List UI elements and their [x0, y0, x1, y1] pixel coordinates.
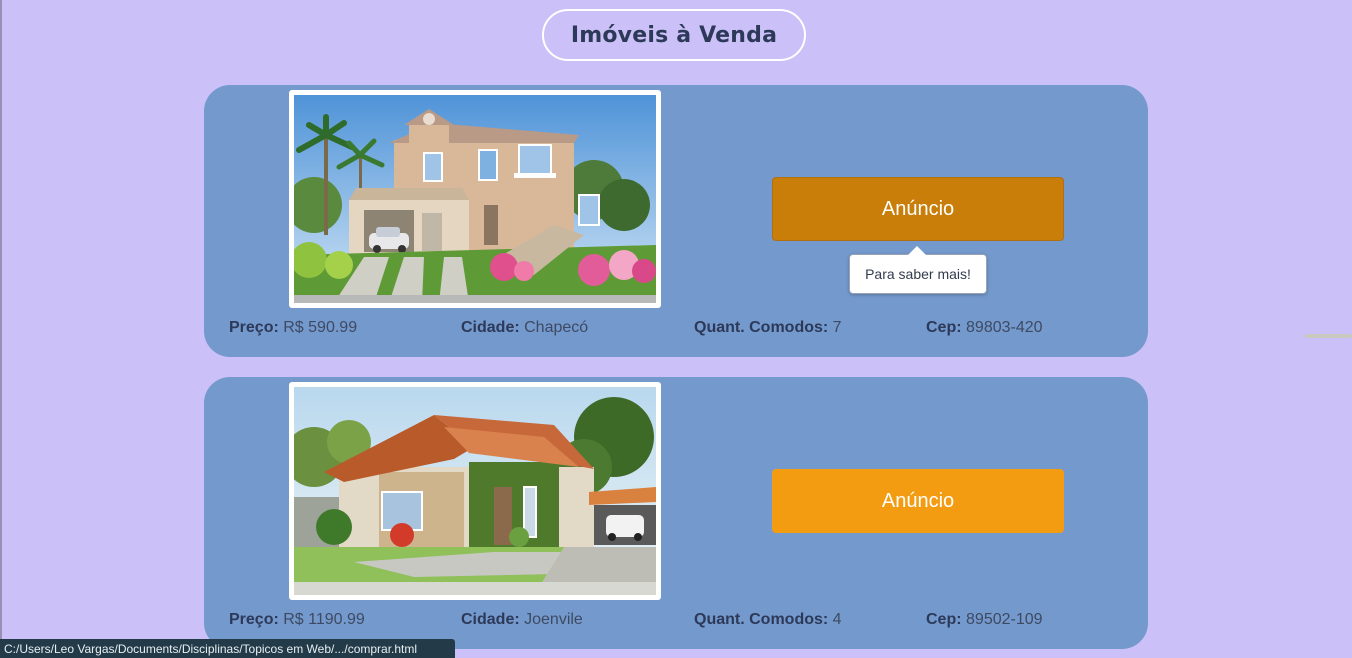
cep-field: Cep: 89803-420	[926, 319, 1043, 337]
ad-button[interactable]: Anúncio	[772, 177, 1064, 241]
status-bar-url: C:/Users/Leo Vargas/Documents/Disciplina…	[0, 639, 455, 658]
city-value: Joenvile	[524, 611, 583, 628]
city-field: Cidade: Joenvile	[461, 611, 583, 629]
rooms-value: 4	[832, 611, 842, 628]
rooms-value: 7	[832, 319, 842, 336]
cep-label: Cep:	[926, 319, 962, 336]
cep-field: Cep: 89502-109	[926, 611, 1043, 629]
price-field: Preço: R$ 1190.99	[229, 611, 365, 629]
rooms-label: Quant. Comodos:	[694, 611, 829, 628]
scroll-indicator[interactable]	[1305, 334, 1352, 338]
cep-value: 89803-420	[966, 319, 1043, 336]
house-photo	[289, 382, 661, 600]
ad-tooltip: Para saber mais!	[849, 246, 987, 294]
price-field: Preço: R$ 590.99	[229, 319, 357, 337]
city-label: Cidade:	[461, 319, 520, 336]
house-photo-image	[294, 387, 656, 595]
price-value: R$ 590.99	[283, 319, 358, 336]
window-edge	[0, 0, 2, 658]
price-label: Preço:	[229, 611, 279, 628]
rooms-label: Quant. Comodos:	[694, 319, 829, 336]
city-field: Cidade: Chapecó	[461, 319, 588, 337]
city-value: Chapecó	[524, 319, 589, 336]
page-title: Imóveis à Venda	[570, 22, 778, 48]
cep-label: Cep:	[926, 611, 962, 628]
page-title-pill: Imóveis à Venda	[542, 9, 806, 61]
ad-button[interactable]: Anúncio	[772, 469, 1064, 533]
house-photo-image	[294, 95, 656, 303]
cep-value: 89502-109	[966, 611, 1043, 628]
rooms-field: Quant. Comodos: 4	[694, 611, 842, 629]
listing-card: Anúncio Preço: R$ 1190.99 Cidade: Joenvi…	[204, 377, 1148, 649]
house-photo	[289, 90, 661, 308]
price-label: Preço:	[229, 319, 279, 336]
listing-card: Anúncio Para saber mais! Preço: R$ 590.9…	[204, 85, 1148, 357]
price-value: R$ 1190.99	[283, 611, 365, 628]
city-label: Cidade:	[461, 611, 520, 628]
listing-info: Preço: R$ 1190.99 Cidade: Joenvile Quant…	[229, 611, 1129, 633]
rooms-field: Quant. Comodos: 7	[694, 319, 842, 337]
listing-info: Preço: R$ 590.99 Cidade: Chapecó Quant. …	[229, 319, 1129, 341]
